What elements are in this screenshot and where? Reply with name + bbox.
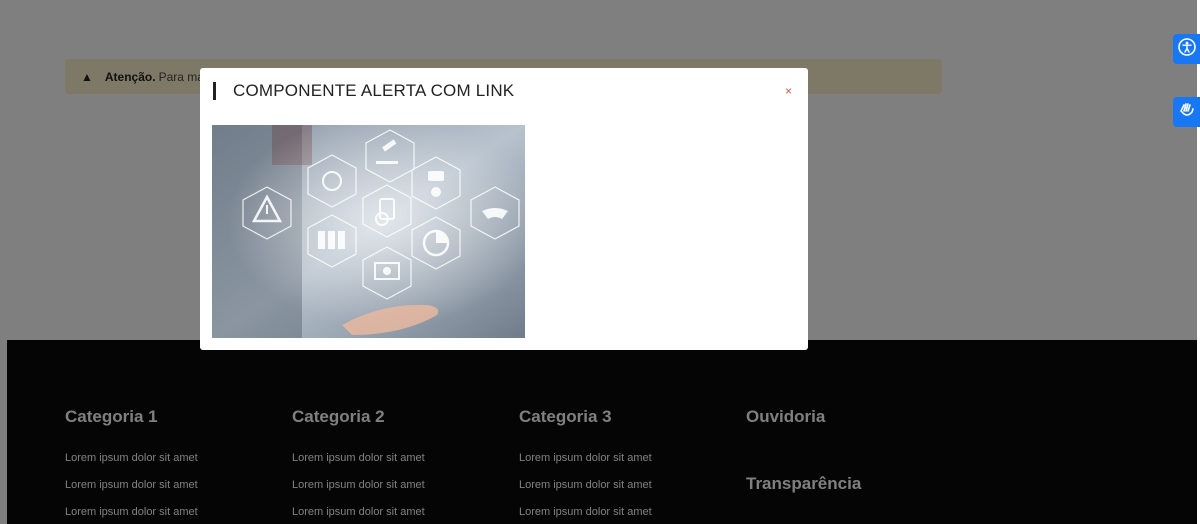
modal-title: COMPONENTE ALERTA COM LINK xyxy=(233,81,515,100)
accessibility-button[interactable] xyxy=(1173,34,1200,64)
sign-language-icon xyxy=(1178,101,1196,124)
close-icon[interactable]: × xyxy=(785,84,792,98)
alert-modal: COMPONENTE ALERTA COM LINK × xyxy=(200,68,808,350)
modal-title-accent xyxy=(213,82,216,100)
sign-language-button[interactable] xyxy=(1173,97,1200,127)
modal-image xyxy=(212,125,525,338)
accessibility-icon xyxy=(1177,37,1196,61)
